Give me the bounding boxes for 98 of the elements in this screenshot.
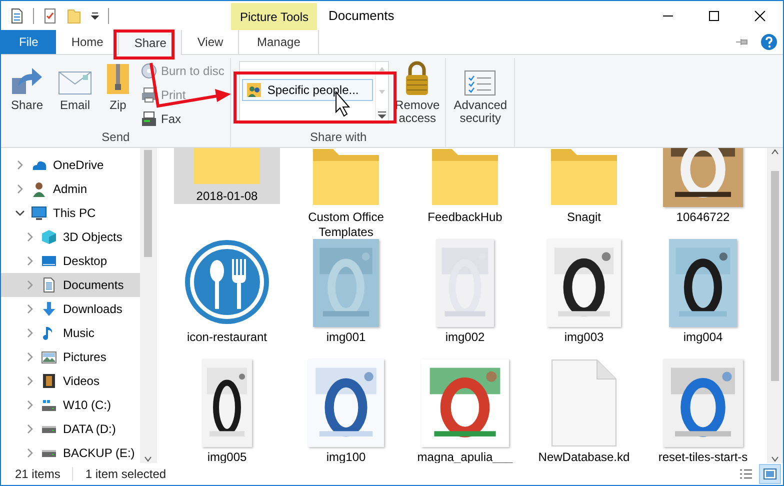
restaurant-icon <box>182 237 272 327</box>
minimize-icon <box>662 14 674 16</box>
scrollbar-thumb[interactable] <box>771 170 779 380</box>
selection-count: 1 item selected <box>85 467 166 481</box>
maximize-icon <box>708 10 720 22</box>
cube-icon <box>41 229 57 245</box>
more-icon <box>377 110 388 120</box>
ribbon-tab[interactable]: Manage <box>238 30 320 54</box>
checklist-icon <box>464 70 496 96</box>
nav-item[interactable]: W10 (C:) <box>1 393 140 417</box>
scrollbar-thumb[interactable] <box>144 150 152 257</box>
blank-file-icon <box>551 359 617 447</box>
ribbon-button[interactable]: Fax <box>139 108 226 130</box>
chevron-right-icon <box>25 376 35 386</box>
window-title: Documents <box>328 8 394 23</box>
ribbon-button[interactable]: Email <box>53 58 97 130</box>
file-item[interactable]: img003 <box>531 238 637 345</box>
chevron-right-icon <box>25 280 35 290</box>
annotation-box <box>114 30 174 60</box>
document-icon <box>41 277 57 293</box>
picture-icon <box>41 349 57 365</box>
chevron-right-icon <box>25 328 35 338</box>
file-item[interactable]: Snagit <box>531 148 637 225</box>
chevron-right-icon <box>25 448 35 458</box>
nav-item[interactable]: 3D Objects <box>1 225 140 249</box>
disc-icon <box>141 63 157 79</box>
desktop-icon <box>41 253 57 269</box>
scroll-down-icon <box>144 455 152 463</box>
ribbon-button[interactable]: Share <box>5 58 49 130</box>
people-icon <box>246 82 262 98</box>
fax-icon <box>141 111 157 127</box>
file-menu-tab[interactable]: File <box>1 30 56 54</box>
monitor-icon <box>31 205 47 221</box>
checklist-icon <box>42 8 58 24</box>
nav-item[interactable]: DATA (D:) <box>1 417 140 441</box>
folder-icon <box>430 148 500 207</box>
share-with-item[interactable]: Specific people... <box>242 79 374 101</box>
folder-icon <box>549 148 619 207</box>
scroll-down-icon <box>378 88 386 96</box>
nav-item[interactable]: BACKUP (E:) <box>1 441 140 463</box>
scroll-down-icon <box>771 455 779 463</box>
printer-icon <box>141 87 157 103</box>
chevron-right-icon <box>25 304 35 314</box>
nav-item[interactable]: Documents <box>1 273 140 297</box>
chevron-down-icon <box>15 208 25 218</box>
nav-item[interactable]: Desktop <box>1 249 140 273</box>
scroll-up-icon <box>771 148 779 156</box>
drive-icon <box>41 450 57 456</box>
pin-icon <box>735 37 749 47</box>
file-item[interactable]: Custom Office Templates <box>293 148 399 240</box>
chevron-right-icon <box>25 232 35 242</box>
group-label: Share with <box>310 130 367 144</box>
zip-folder-icon <box>106 62 130 96</box>
user-icon <box>31 181 47 197</box>
advanced-security-button[interactable]: Advanced security <box>450 58 510 130</box>
file-item[interactable]: img002 <box>412 238 518 345</box>
film-icon <box>41 373 57 389</box>
large-icons-view-icon <box>763 468 777 480</box>
drive-icon <box>41 397 57 413</box>
nav-item[interactable]: This PC <box>1 201 140 225</box>
folder-icon <box>311 148 381 207</box>
chevron-right-icon <box>25 256 35 266</box>
nav-item[interactable]: Music <box>1 321 140 345</box>
scroll-up-icon <box>378 65 386 73</box>
file-item[interactable]: img004 <box>650 238 756 345</box>
folder-icon <box>66 8 82 24</box>
large-icons-view-button[interactable] <box>759 464 781 484</box>
group-label: Send <box>102 130 130 144</box>
properties-icon <box>9 8 25 24</box>
nav-item[interactable]: OneDrive <box>1 153 140 177</box>
file-item[interactable]: icon-restaurant <box>174 238 280 345</box>
nav-item[interactable]: Pictures <box>1 345 140 369</box>
close-icon <box>754 10 766 22</box>
ribbon-button[interactable]: Zip <box>101 58 135 130</box>
scrollbar[interactable] <box>140 148 156 463</box>
drive-icon <box>41 426 57 432</box>
contextual-tab-header: Picture Tools <box>231 3 318 30</box>
chevron-right-icon <box>25 424 35 434</box>
file-item[interactable]: 10646722 <box>650 148 756 225</box>
item-count: 21 items <box>15 467 60 481</box>
file-item[interactable]: 2018-01-08 <box>174 148 280 204</box>
file-item[interactable]: FeedbackHub <box>412 148 518 225</box>
download-arrow-icon <box>41 301 57 317</box>
chevron-right-icon <box>15 160 25 170</box>
file-item[interactable]: img001 <box>293 238 399 345</box>
help-icon[interactable] <box>761 34 777 50</box>
nav-item[interactable]: Admin <box>1 177 140 201</box>
nav-item[interactable]: Downloads <box>1 297 140 321</box>
file-item[interactable]: reset-tiles-start-s <box>650 358 756 463</box>
remove-access-button[interactable]: Remove access <box>393 58 442 130</box>
nav-item[interactable]: Videos <box>1 369 140 393</box>
dropdown-icon <box>90 10 100 20</box>
scrollbar[interactable] <box>767 148 783 463</box>
details-view-icon <box>739 468 753 480</box>
chevron-right-icon <box>25 400 35 410</box>
file-item[interactable]: NewDatabase.kd <box>531 358 637 463</box>
chevron-right-icon <box>25 352 35 362</box>
chevron-right-icon <box>15 184 25 194</box>
